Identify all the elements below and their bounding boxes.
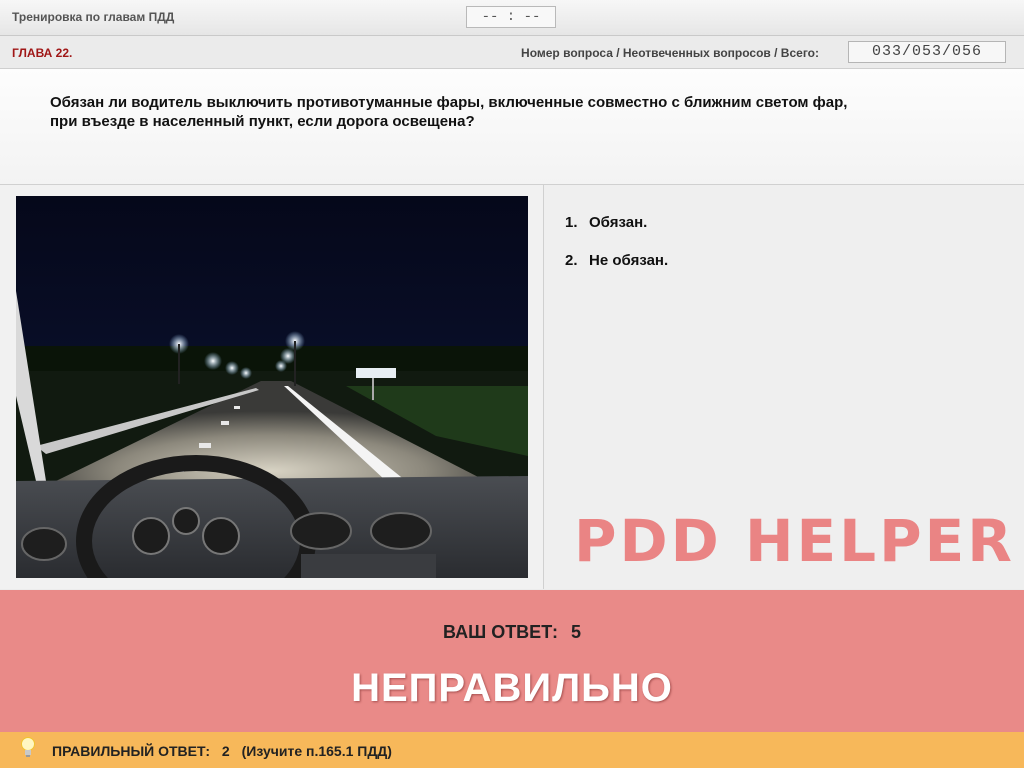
answer-number: 1. [565,214,578,231]
your-answer-value: 5 [570,622,581,642]
correct-answer: ПРАВИЛЬНЫЙ ОТВЕТ: 2 (Изучите п.165.1 ПДД… [52,743,400,759]
correct-answer-bar: ПРАВИЛЬНЫЙ ОТВЕТ: 2 (Изучите п.165.1 ПДД… [0,732,1024,768]
correct-answer-value: 2 [221,743,230,759]
timer-display: -- : -- [466,6,556,28]
your-answer: ВАШ ОТВЕТ: 5 [0,622,1024,643]
answer-text: Не обязан. [589,252,669,269]
question-text: Обязан ли водитель выключить противотума… [50,94,848,130]
answer-option-2[interactable]: 2. Не обязан. [565,252,668,269]
verdict: НЕПРАВИЛЬНО [351,666,673,710]
answer-option-1[interactable]: 1. Обязан. [565,214,647,231]
answer-text: Обязан. [589,214,648,231]
answers-panel: 1. Обязан. 2. Не обязан. PDD HELPER [544,185,1024,589]
question-area: Обязан ли водитель выключить противотума… [0,69,1024,185]
lightbulb-icon [21,737,35,757]
question-counter-label: Номер вопроса / Неотвеченных вопросов / … [521,46,819,60]
result-panel: ВАШ ОТВЕТ: 5 НЕПРАВИЛЬНО [0,590,1024,732]
correct-answer-label: ПРАВИЛЬНЫЙ ОТВЕТ: [52,743,211,759]
answer-number: 2. [565,252,578,269]
chapter-bar: ГЛАВА 22. Номер вопроса / Неотвеченных в… [0,36,1024,69]
chapter-label: ГЛАВА 22. [12,46,73,60]
correct-answer-hint: (Изучите п.165.1 ПДД) [241,743,392,759]
top-bar: Тренировка по главам ПДД -- : -- [0,0,1024,36]
image-panel [0,185,544,589]
your-answer-label: ВАШ ОТВЕТ: [443,622,558,642]
app-title: Тренировка по главам ПДД [12,10,175,24]
watermark: PDD HELPER [574,507,1015,575]
question-counter: 033/053/056 [848,41,1006,63]
question-image [16,196,528,578]
